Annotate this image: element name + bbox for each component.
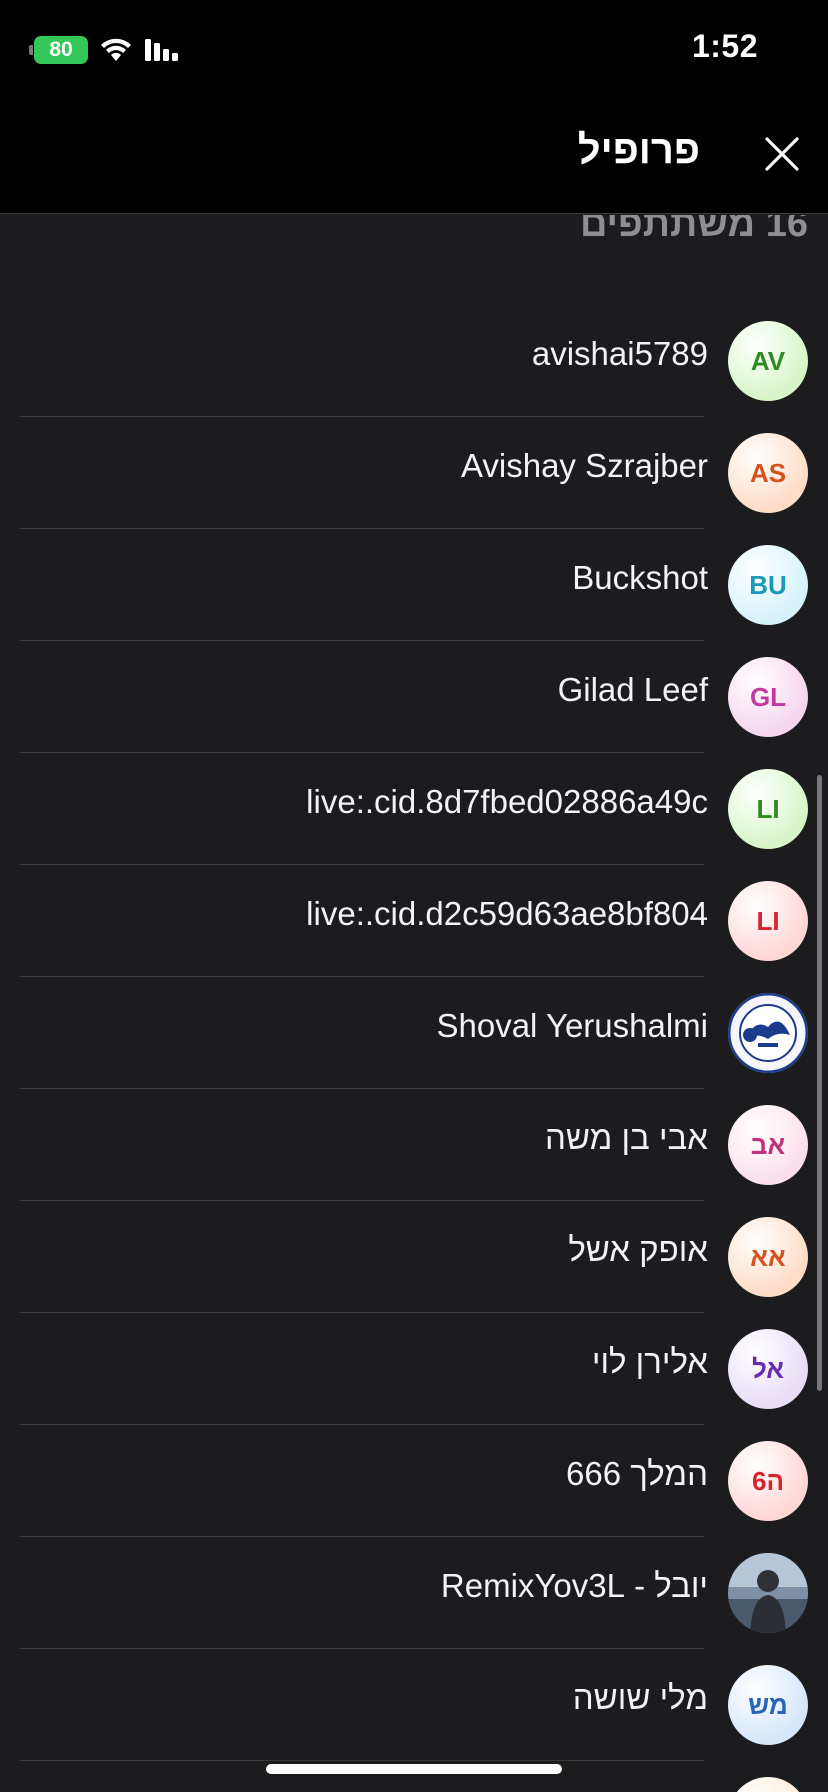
avatar: LI: [728, 769, 808, 849]
nav-bar: פרופיל: [0, 100, 828, 214]
avatar-photo: [728, 993, 808, 1073]
participant-name: יובל - RemixYov3L: [440, 1567, 708, 1604]
participant-name: המלך 666: [566, 1455, 708, 1492]
participant-row[interactable]: מש מלי שושה: [0, 1649, 828, 1761]
participant-row[interactable]: אא אופק אשל: [0, 1201, 828, 1313]
participant-name: live:.cid.8d7fbed02886a49c: [306, 783, 708, 820]
emblem-icon: [728, 993, 808, 1073]
close-icon: [765, 137, 799, 171]
avatar: אל: [728, 1329, 808, 1409]
avatar: מש: [728, 1665, 808, 1745]
clock: 1:52: [691, 28, 758, 64]
participant-row[interactable]: AV avishai5789: [0, 305, 828, 417]
participant-row[interactable]: LI live:.cid.d2c59d63ae8bf804: [0, 865, 828, 977]
home-indicator[interactable]: [266, 1764, 562, 1774]
participant-row[interactable]: יובל - RemixYov3L: [0, 1537, 828, 1649]
avatar: אב: [728, 1105, 808, 1185]
participant-row[interactable]: AS Avishay Szrajber: [0, 417, 828, 529]
signal-icon: [145, 39, 178, 61]
avatar: ה6: [728, 1441, 808, 1521]
participants-count-header: 16 משתתפים: [579, 215, 808, 245]
avatar: LI: [728, 881, 808, 961]
participant-name: מלי שושה: [572, 1679, 708, 1716]
close-button[interactable]: [758, 130, 806, 178]
battery-level: 80: [49, 38, 73, 61]
avatar: AV: [728, 321, 808, 401]
participant-name: Gilad Leef: [557, 671, 708, 708]
avatar: BU: [728, 545, 808, 625]
participant-name: Avishay Szrajber: [460, 447, 708, 484]
participants-list[interactable]: AV avishai5789 AS Avishay Szrajber BU Bu…: [0, 305, 828, 1792]
battery-icon: 80: [29, 36, 88, 64]
status-bar: 80 1:52: [0, 0, 828, 100]
participant-row[interactable]: אל אלירן לוי: [0, 1313, 828, 1425]
participant-row[interactable]: BU Buckshot: [0, 529, 828, 641]
wifi-icon: [101, 38, 131, 61]
person-photo-icon: [728, 1553, 808, 1633]
avatar: GL: [728, 657, 808, 737]
avatar: [728, 1777, 808, 1792]
avatar-photo: [728, 1553, 808, 1633]
participant-row[interactable]: אב אבי בן משה: [0, 1089, 828, 1201]
participant-row[interactable]: ה6 המלך 666: [0, 1425, 828, 1537]
page-title: פרופיל: [577, 128, 700, 172]
status-indicators: 80: [29, 34, 184, 66]
participant-name: avishai5789: [531, 335, 708, 372]
participant-row[interactable]: GL Gilad Leef: [0, 641, 828, 753]
participants-panel[interactable]: 16 משתתפים AV avishai5789 AS Avishay Szr…: [0, 215, 828, 1792]
avatar: אא: [728, 1217, 808, 1297]
participant-name: Shoval Yerushalmi: [436, 1007, 708, 1044]
participant-name: אבי בן משה: [544, 1119, 708, 1156]
participant-name: Buckshot: [572, 559, 708, 596]
participant-name: live:.cid.d2c59d63ae8bf804: [306, 895, 708, 932]
participant-name: אופק אשל: [568, 1231, 708, 1268]
participant-name: אלירן לוי: [591, 1343, 708, 1380]
scroll-indicator[interactable]: [817, 775, 822, 1391]
participant-row[interactable]: Shoval Yerushalmi: [0, 977, 828, 1089]
participant-row[interactable]: LI live:.cid.8d7fbed02886a49c: [0, 753, 828, 865]
avatar: AS: [728, 433, 808, 513]
